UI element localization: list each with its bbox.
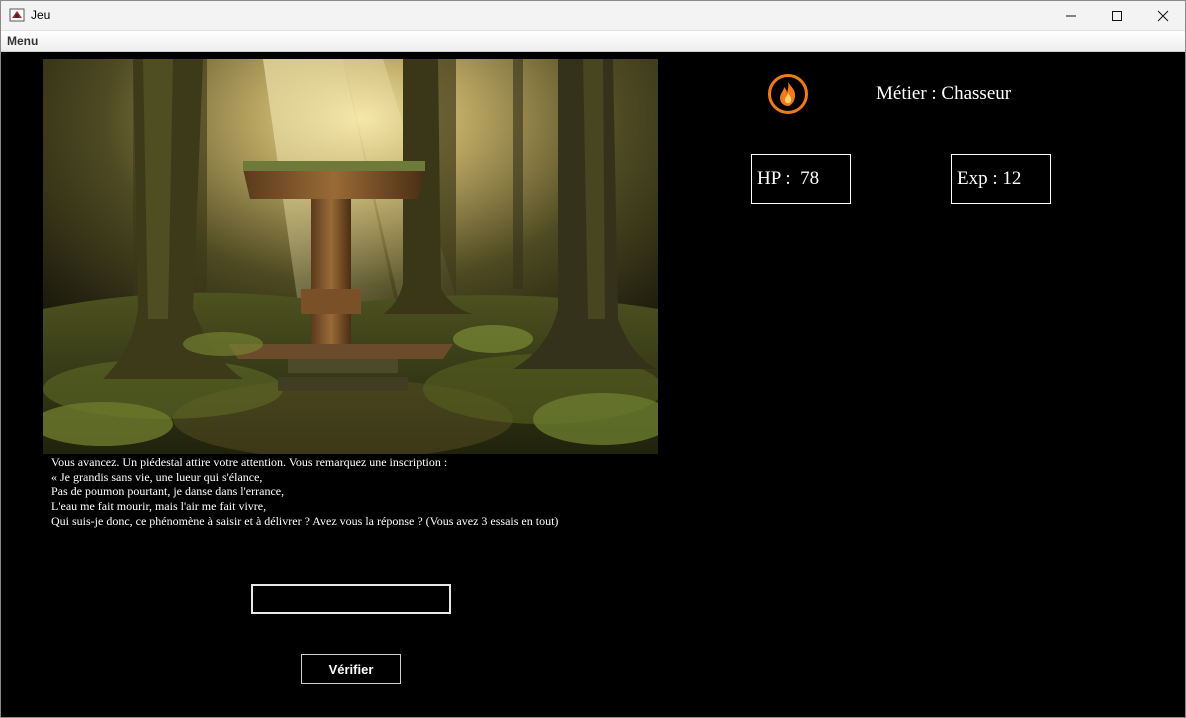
menu-bar: Menu <box>0 31 1186 52</box>
maximize-button[interactable] <box>1094 0 1140 31</box>
story-line: L'eau me fait mourir, mais l'air me fait… <box>51 499 267 514</box>
story-line: « Je grandis sans vie, une lueur qui s'é… <box>51 469 263 484</box>
hp-box: HP : 78 <box>751 154 851 204</box>
java-app-icon <box>9 8 25 22</box>
story-line: Pas de poumon pourtant, je danse dans l'… <box>51 484 285 499</box>
close-button[interactable] <box>1140 0 1186 31</box>
job-label: Métier : Chasseur <box>876 83 1012 104</box>
fire-icon <box>768 74 808 114</box>
window-title: Jeu <box>31 8 51 22</box>
verify-button[interactable]: Vérifier <box>301 654 401 684</box>
title-bar[interactable]: Jeu <box>0 0 1186 31</box>
answer-input[interactable] <box>251 584 451 614</box>
minimize-icon <box>1066 15 1076 16</box>
story-line: Vous avancez. Un piédestal attire votre … <box>51 455 448 469</box>
minimize-button[interactable] <box>1048 0 1094 31</box>
story-text: Vous avancez. Un piédestal attire votre … <box>51 455 671 529</box>
menu-item-menu[interactable]: Menu <box>7 34 38 48</box>
story-line: Qui suis-je donc, ce phénomène à saisir … <box>51 513 559 528</box>
scene-image <box>43 59 658 454</box>
close-icon <box>1157 10 1169 21</box>
maximize-icon <box>1112 10 1122 21</box>
exp-box: Exp : 12 <box>951 154 1051 204</box>
